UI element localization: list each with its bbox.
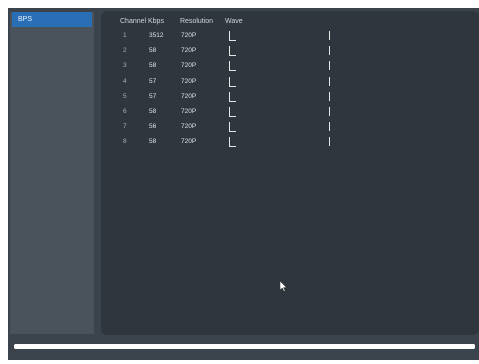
wave-graph-start xyxy=(229,31,236,41)
kbps-cell: 58 xyxy=(149,62,157,70)
wave-graph-start xyxy=(229,76,236,87)
progress-fill xyxy=(14,344,475,349)
wave-graph-start xyxy=(229,61,236,72)
screen: BPS Channel Kbps Resolution Wave 1 3512 72… xyxy=(8,8,479,360)
resolution-cell: 720P xyxy=(181,47,197,55)
kbps-cell: 58 xyxy=(149,138,157,146)
wave-graph-marker xyxy=(329,46,330,56)
bps-panel: Channel Kbps Resolution Wave 1 3512 720P 2 5… xyxy=(101,11,479,335)
kbps-cell: 58 xyxy=(149,47,157,55)
wave-graph-marker xyxy=(329,31,330,40)
channel-cell: 8 xyxy=(123,138,127,146)
wave-graph-marker xyxy=(329,91,330,101)
channel-cell: 7 xyxy=(123,123,127,131)
channel-cell: 3 xyxy=(123,62,127,70)
wave-graph-start xyxy=(229,137,236,148)
wave-graph-start xyxy=(229,91,236,102)
progress-bar xyxy=(14,344,475,349)
wave-graph-start xyxy=(229,122,236,133)
channel-cell: 4 xyxy=(123,77,127,85)
resolution-cell: 720P xyxy=(181,138,197,146)
header-resolution: Resolution xyxy=(180,18,214,25)
wave-graph-marker xyxy=(329,137,330,147)
kbps-cell: 3512 xyxy=(149,32,164,39)
header-kbps: Kbps xyxy=(148,18,164,25)
resolution-cell: 720P xyxy=(181,62,197,70)
wave-graph-start xyxy=(229,107,236,117)
kbps-cell: 57 xyxy=(149,92,157,100)
channel-cell: 2 xyxy=(123,47,127,55)
bottom-bar xyxy=(8,341,479,360)
resolution-cell: 720P xyxy=(181,92,197,100)
header-channel: Channel xyxy=(120,18,147,25)
mouse-pointer-icon xyxy=(280,281,288,292)
channel-cell: 5 xyxy=(123,92,127,100)
wave-graph-marker xyxy=(329,107,330,116)
kbps-cell: 58 xyxy=(149,108,157,115)
wave-graph-start xyxy=(229,46,236,57)
kbps-cell: 57 xyxy=(149,77,157,85)
wave-graph-marker xyxy=(329,61,330,71)
resolution-cell: 720P xyxy=(181,123,197,131)
sidebar-item-bps[interactable]: BPS xyxy=(12,12,92,27)
header-wave: Wave xyxy=(225,18,243,25)
wave-graph-marker xyxy=(329,122,330,132)
resolution-cell: 720P xyxy=(181,77,197,85)
channel-cell: 1 xyxy=(123,32,127,39)
kbps-cell: 56 xyxy=(149,123,157,131)
wave-graph-marker xyxy=(329,76,330,86)
sidebar: BPS xyxy=(10,12,94,334)
channel-cell: 6 xyxy=(123,108,127,115)
resolution-cell: 720P xyxy=(181,108,197,115)
resolution-cell: 720P xyxy=(181,32,197,39)
